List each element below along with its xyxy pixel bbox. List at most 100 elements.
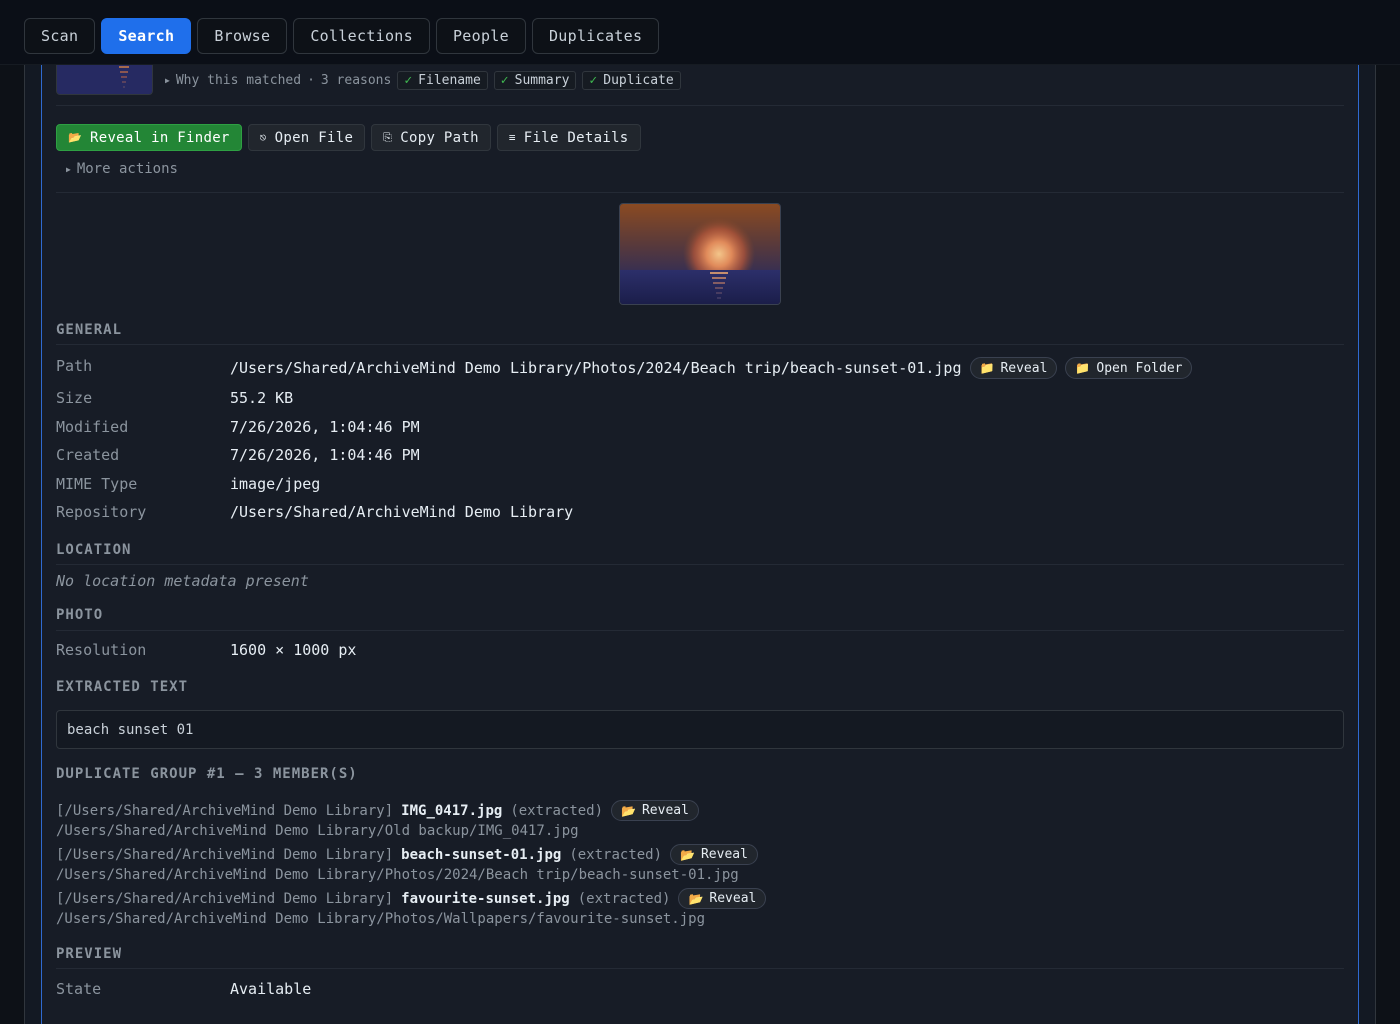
- button-label: File Details: [523, 129, 629, 146]
- member-reveal-button[interactable]: 📂 Reveal: [678, 888, 767, 909]
- copy-icon: ⎘: [383, 130, 393, 144]
- open-file-button[interactable]: ⎋ Open File: [247, 124, 366, 151]
- folder-icon: 📁: [1075, 361, 1091, 375]
- member-status: (extracted): [577, 890, 671, 907]
- member-reveal-button[interactable]: 📂 Reveal: [611, 800, 699, 821]
- list-icon: ≡: [508, 131, 516, 144]
- button-label: Reveal: [709, 890, 757, 906]
- duplicate-member: [/Users/Shared/ArchiveMind Demo Library]…: [56, 800, 699, 841]
- check-icon: ✓: [589, 73, 598, 88]
- modified-label: Modified: [56, 418, 129, 436]
- tab-bar: Scan Search Browse Collections People Du…: [24, 18, 660, 54]
- member-path: /Users/Shared/ArchiveMind Demo Library/P…: [56, 867, 739, 883]
- member-path: /Users/Shared/ArchiveMind Demo Library/O…: [56, 823, 579, 839]
- member-repo: [/Users/Shared/ArchiveMind Demo Library]: [56, 846, 394, 863]
- match-reasons: ▶ Why this matched · 3 reasons ✓ Filename…: [165, 71, 681, 90]
- preview-state-label: State: [56, 980, 102, 998]
- button-label: Copy Path: [400, 129, 479, 146]
- tab-duplicates[interactable]: Duplicates: [531, 18, 660, 54]
- mime-type-value: image/jpeg: [230, 475, 321, 493]
- file-preview-image[interactable]: [619, 203, 781, 305]
- section-heading-extracted-text: EXTRACTED TEXT: [56, 679, 189, 695]
- path-value: /Users/Shared/ArchiveMind Demo Library/P…: [230, 359, 962, 377]
- reason-chip-duplicate: ✓ Duplicate: [582, 71, 681, 90]
- created-value: 7/26/2026, 1:04:46 PM: [230, 446, 420, 464]
- copy-path-button[interactable]: ⎘ Copy Path: [371, 124, 491, 151]
- member-filename: beach-sunset-01.jpg: [401, 846, 562, 863]
- folder-open-icon: 📂: [680, 847, 695, 862]
- resolution-label: Resolution: [56, 641, 147, 659]
- member-repo: [/Users/Shared/ArchiveMind Demo Library]: [56, 890, 394, 907]
- repository-label: Repository: [56, 503, 147, 521]
- reason-chip-summary: ✓ Summary: [493, 71, 577, 90]
- path-label: Path: [56, 357, 93, 375]
- disclosure-arrow-icon: ▶: [66, 164, 71, 174]
- open-folder-button[interactable]: 📁 Open Folder: [1065, 357, 1193, 379]
- mime-type-label: MIME Type: [56, 475, 138, 493]
- modified-value: 7/26/2026, 1:04:46 PM: [230, 418, 420, 436]
- more-actions-label: More actions: [76, 161, 178, 177]
- button-label: Reveal: [1000, 360, 1048, 376]
- reason-chip-filename: ✓ Filename: [397, 71, 488, 90]
- member-repo: [/Users/Shared/ArchiveMind Demo Library]: [56, 802, 394, 819]
- button-label: Open Folder: [1096, 360, 1183, 376]
- tab-browse[interactable]: Browse: [197, 18, 288, 54]
- button-label: Reveal in Finder: [90, 129, 230, 146]
- member-filename: favourite-sunset.jpg: [401, 890, 570, 907]
- divider: [56, 630, 1344, 631]
- size-label: Size: [56, 389, 93, 407]
- member-reveal-button[interactable]: 📂 Reveal: [670, 844, 758, 865]
- folder-open-icon: 📂: [621, 803, 636, 818]
- member-filename: IMG_0417.jpg: [401, 802, 503, 819]
- section-heading-preview: PREVIEW: [56, 946, 123, 962]
- separator-dot: ·: [307, 73, 315, 88]
- action-toolbar: 📂 Reveal in Finder ⎋ Open File ⎘ Copy Pa…: [56, 124, 641, 151]
- location-empty-text: No location metadata present: [56, 572, 309, 590]
- tab-collections[interactable]: Collections: [293, 18, 430, 54]
- created-label: Created: [56, 446, 120, 464]
- tab-scan[interactable]: Scan: [24, 18, 96, 54]
- reveal-in-finder-button[interactable]: 📂 Reveal in Finder: [56, 124, 242, 151]
- top-nav: Scan Search Browse Collections People Du…: [0, 0, 1400, 65]
- button-label: Open File: [274, 129, 354, 146]
- reasons-count: 3 reasons: [320, 73, 392, 88]
- button-label: Reveal: [641, 802, 689, 818]
- size-value: 55.2 KB: [230, 389, 294, 407]
- sunset-preview-image: [620, 204, 780, 304]
- divider: [56, 105, 1344, 106]
- reveal-button[interactable]: 📁 Reveal: [969, 357, 1058, 379]
- repository-value: /Users/Shared/ArchiveMind Demo Library: [230, 503, 574, 521]
- member-path: /Users/Shared/ArchiveMind Demo Library/P…: [56, 911, 706, 927]
- folder-icon: 📁: [979, 361, 995, 375]
- tab-people[interactable]: People: [435, 18, 526, 54]
- more-actions-toggle[interactable]: ▶ More actions: [66, 161, 178, 177]
- check-icon: ✓: [404, 73, 413, 88]
- result-thumbnail[interactable]: [56, 64, 153, 95]
- sunset-thumbnail-image: [57, 64, 152, 94]
- divider: [56, 344, 1344, 345]
- duplicate-member: [/Users/Shared/ArchiveMind Demo Library]…: [56, 888, 767, 929]
- preview-state-value: Available: [230, 980, 312, 998]
- tab-search[interactable]: Search: [101, 18, 192, 54]
- why-matched-toggle[interactable]: Why this matched: [176, 73, 301, 88]
- reason-label: Filename: [418, 73, 481, 88]
- reason-label: Duplicate: [603, 73, 674, 88]
- resolution-value: 1600 × 1000 px: [230, 641, 357, 659]
- file-details-button[interactable]: ≡ File Details: [496, 124, 641, 151]
- divider: [56, 968, 1344, 969]
- button-label: Reveal: [700, 846, 748, 862]
- reason-label: Summary: [514, 73, 570, 88]
- extracted-text-value: beach sunset 01: [67, 721, 194, 738]
- member-status: (extracted): [569, 846, 663, 863]
- section-heading-general: GENERAL: [56, 322, 123, 338]
- extracted-text-box[interactable]: beach sunset 01: [56, 710, 1344, 749]
- open-external-icon: ⎋: [259, 131, 267, 144]
- check-icon: ✓: [500, 73, 509, 88]
- section-heading-location: LOCATION: [56, 542, 132, 558]
- folder-open-icon: 📂: [688, 891, 704, 906]
- section-heading-duplicate-group: DUPLICATE GROUP #1 — 3 MEMBER(S): [56, 766, 358, 782]
- folder-open-icon: 📂: [68, 131, 82, 144]
- divider: [56, 564, 1344, 565]
- disclosure-arrow-icon[interactable]: ▶: [165, 76, 170, 85]
- section-heading-photo: PHOTO: [56, 607, 104, 623]
